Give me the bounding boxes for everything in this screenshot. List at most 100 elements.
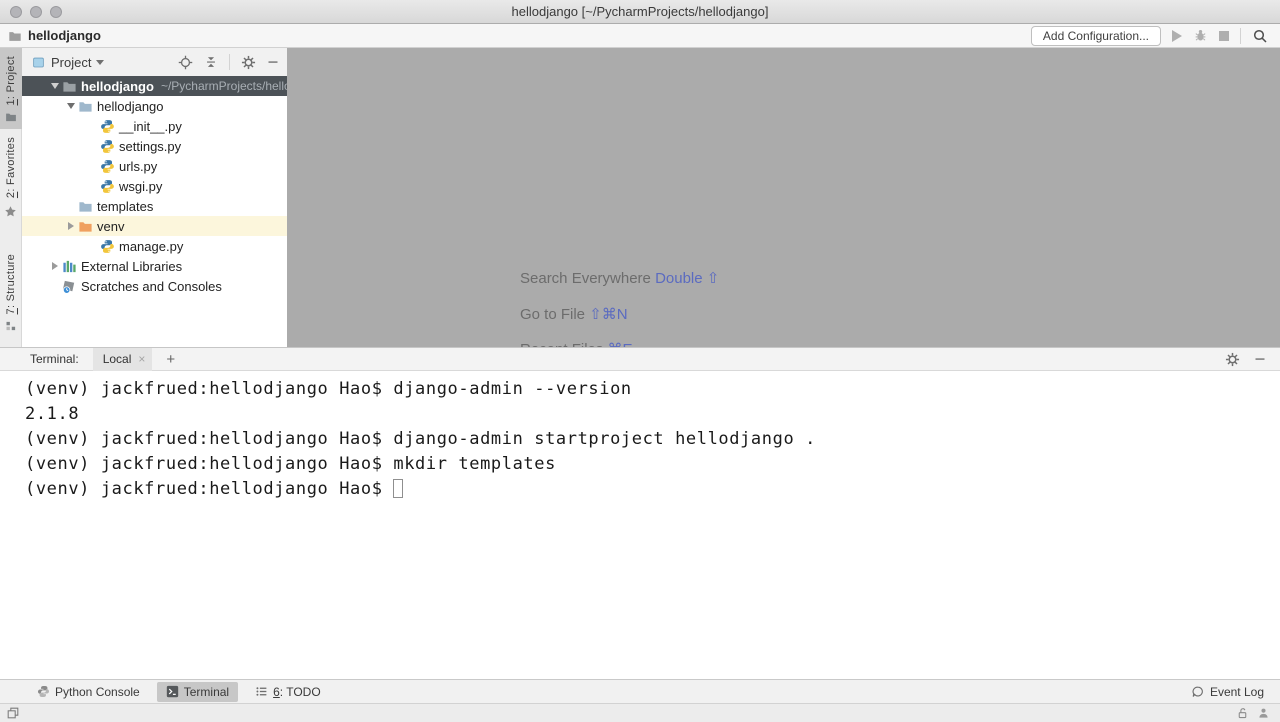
shortcut-go-to-file: Go to File ⇧⌘N <box>520 305 628 323</box>
breadcrumb[interactable]: hellodjango <box>8 28 101 43</box>
package-folder-icon <box>78 99 93 114</box>
pycharm-window: hellodjango [~/PycharmProjects/hellodjan… <box>0 0 1280 722</box>
new-session-icon[interactable]: + <box>166 351 175 368</box>
chevron-down-icon[interactable] <box>96 60 104 65</box>
python-console-button[interactable]: Python Console <box>28 682 149 702</box>
event-log-label: Event Log <box>1210 685 1264 699</box>
event-log-button[interactable]: Event Log <box>1191 685 1264 699</box>
editor-area: Search Everywhere Double ⇧ Go to File ⇧⌘… <box>287 48 1280 347</box>
chevron-collapsed-icon[interactable] <box>48 262 62 270</box>
tree-label: wsgi.py <box>119 179 162 194</box>
chevron-expanded-icon[interactable] <box>48 83 62 89</box>
chevron-collapsed-icon[interactable] <box>64 222 78 230</box>
tree-label: templates <box>97 199 153 214</box>
tree-label: __init__.py <box>119 119 182 134</box>
titlebar: hellodjango [~/PycharmProjects/hellodjan… <box>0 0 1280 24</box>
tool-window-switcher-icon[interactable] <box>6 706 20 720</box>
search-everywhere-icon[interactable] <box>1252 28 1268 44</box>
close-tab-icon[interactable]: × <box>138 352 145 366</box>
window-title: hellodjango [~/PycharmProjects/hellodjan… <box>0 4 1280 19</box>
shortcut-keys: Double ⇧ <box>655 270 719 287</box>
shortcut-search-everywhere: Search Everywhere Double ⇧ <box>520 269 719 287</box>
tree-label: hellodjango <box>97 99 164 114</box>
tree-row-manage-py[interactable]: manage.py <box>22 236 287 256</box>
tree-row-hellodjango-package[interactable]: hellodjango <box>22 96 287 116</box>
locate-file-icon[interactable] <box>178 55 193 70</box>
hide-panel-icon[interactable] <box>267 56 279 68</box>
run-icon[interactable] <box>1172 30 1182 42</box>
tool-tab-project-label: 1: Project <box>5 56 17 105</box>
tree-label: External Libraries <box>81 259 182 274</box>
collapse-all-icon[interactable] <box>204 55 218 69</box>
todo-label: 6: TODO <box>273 685 321 699</box>
structure-icon <box>5 320 17 332</box>
event-log-balloon-icon <box>1191 685 1205 699</box>
todo-button[interactable]: 6: TODO <box>246 682 330 702</box>
terminal-header: Terminal: Local × + <box>0 347 1280 371</box>
terminal-line: (venv) jackfrued:hellodjango Hao$ django… <box>25 427 1280 452</box>
tool-tab-favorites-label: 2: Favorites <box>5 137 17 198</box>
scratches-icon <box>62 279 77 294</box>
python-file-icon <box>100 179 115 194</box>
excluded-folder-icon <box>78 219 93 234</box>
terminal-cursor[interactable] <box>393 479 403 498</box>
tool-tab-project[interactable]: 1: Project <box>0 48 22 129</box>
project-view-icon <box>32 56 45 69</box>
toolbar-right: Add Configuration... <box>1031 26 1268 46</box>
python-file-icon <box>100 239 115 254</box>
python-console-icon <box>37 685 50 698</box>
status-bar <box>0 703 1280 722</box>
tree-row-init-py[interactable]: __init__.py <box>22 116 287 136</box>
unlock-icon[interactable] <box>1236 707 1249 720</box>
stripe-bottom-group: 2: Favorites 7: Structure <box>0 129 22 338</box>
tool-tab-structure[interactable]: 7: Structure <box>0 246 22 338</box>
tool-tab-structure-label: 7: Structure <box>5 254 17 314</box>
terminal-output[interactable]: (venv) jackfrued:hellodjango Hao$ django… <box>0 371 1280 679</box>
gear-icon[interactable] <box>1225 352 1240 367</box>
python-file-icon <box>100 139 115 154</box>
tree-label: settings.py <box>119 139 181 154</box>
project-panel-header: Project <box>22 48 287 76</box>
tree-row-scratches[interactable]: Scratches and Consoles <box>22 276 287 296</box>
toolbar-separator <box>1240 28 1241 44</box>
terminal-tab-local[interactable]: Local × <box>93 348 153 371</box>
project-panel: Project hellodjango ~/PycharmProjects/he… <box>22 48 287 347</box>
terminal-button[interactable]: Terminal <box>157 682 238 702</box>
stop-icon[interactable] <box>1219 31 1229 41</box>
terminal-prompt-line: (venv) jackfrued:hellodjango Hao$ <box>25 477 1280 502</box>
left-tool-stripe: 1: Project 2: Favorites 7: Structure <box>0 48 22 347</box>
tree-row-root-hellodjango[interactable]: hellodjango ~/PycharmProjects/hellodjang… <box>22 76 287 96</box>
terminal-line: (venv) jackfrued:hellodjango Hao$ django… <box>25 377 1280 402</box>
add-configuration-button[interactable]: Add Configuration... <box>1031 26 1161 46</box>
tree-row-templates[interactable]: templates <box>22 196 287 216</box>
todo-list-icon <box>255 685 268 698</box>
gear-icon[interactable] <box>241 55 256 70</box>
tool-window-bar: Python Console Terminal 6: TODO Event Lo… <box>0 679 1280 703</box>
tool-tab-favorites[interactable]: 2: Favorites <box>0 129 22 223</box>
tree-row-venv[interactable]: venv <box>22 216 287 236</box>
shortcut-keys: ⇧⌘N <box>589 306 627 323</box>
status-bar-right <box>1236 707 1270 720</box>
breadcrumb-label: hellodjango <box>28 28 101 43</box>
terminal-line: 2.1.8 <box>25 402 1280 427</box>
tree-row-external-libraries[interactable]: External Libraries <box>22 256 287 276</box>
folder-icon <box>78 199 93 214</box>
chevron-expanded-icon[interactable] <box>64 103 78 109</box>
tree-row-wsgi-py[interactable]: wsgi.py <box>22 176 287 196</box>
hide-panel-icon[interactable] <box>1254 353 1266 365</box>
header-separator <box>229 54 230 70</box>
toolbar: hellodjango Add Configuration... <box>0 24 1280 48</box>
tree-label: hellodjango <box>81 79 154 94</box>
shortcut-recent-files: Recent Files ⌘E <box>520 340 633 347</box>
project-view-title[interactable]: Project <box>51 55 91 70</box>
terminal-header-icons <box>1225 352 1280 367</box>
project-header-icons <box>178 54 279 70</box>
debug-bug-icon[interactable] <box>1193 28 1208 43</box>
python-file-icon <box>100 159 115 174</box>
python-console-label: Python Console <box>55 685 140 699</box>
terminal-title: Terminal: <box>30 352 79 366</box>
inspections-profile-icon[interactable] <box>1257 707 1270 720</box>
tree-row-urls-py[interactable]: urls.py <box>22 156 287 176</box>
terminal-panel: Terminal: Local × + (venv) jackfrued:hel… <box>0 347 1280 679</box>
tree-row-settings-py[interactable]: settings.py <box>22 136 287 156</box>
